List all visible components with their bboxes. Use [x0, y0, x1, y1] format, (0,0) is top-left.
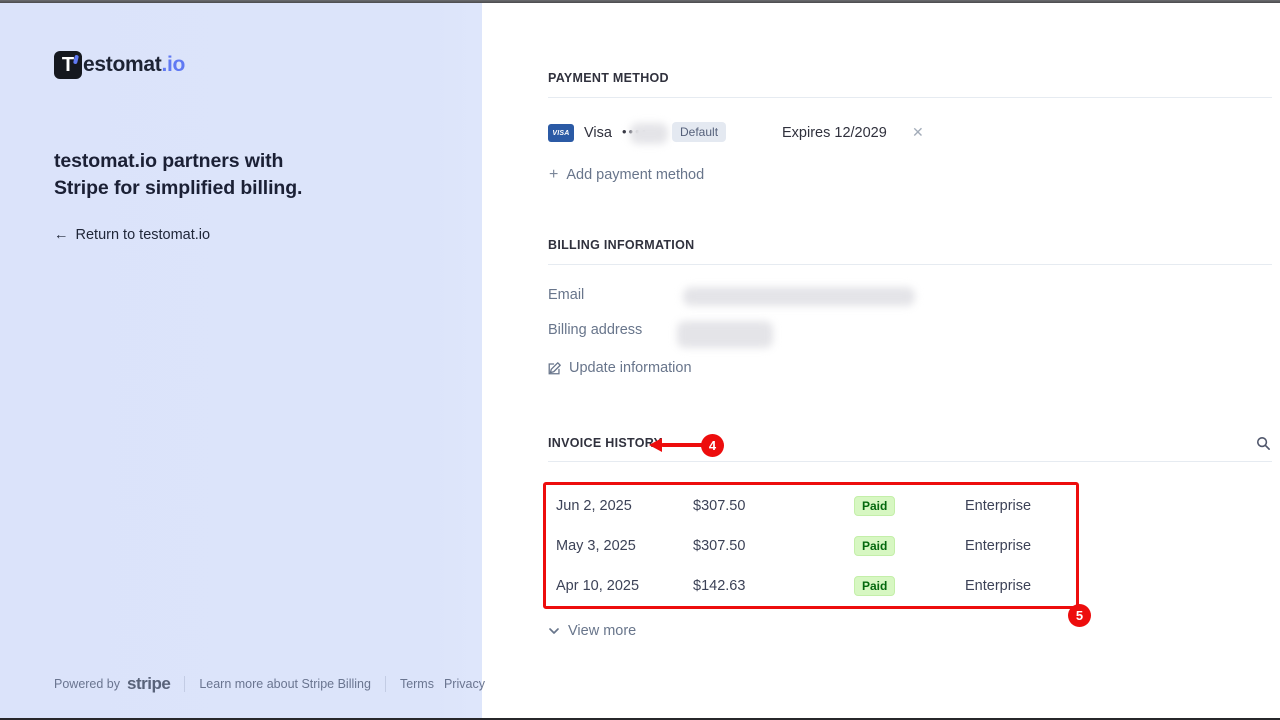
stripe-wordmark: stripe [127, 674, 170, 694]
logo-wordmark-main: estomat [83, 53, 161, 76]
invoice-plan: Enterprise [965, 486, 1031, 526]
invoice-amount: $307.50 [693, 486, 745, 526]
view-more-label: View more [568, 623, 636, 639]
billing-information-title: BILLING INFORMATION [548, 238, 694, 252]
invoice-amount: $142.63 [693, 566, 745, 606]
return-link-label: Return to testomat.io [76, 227, 211, 243]
annotation-step-4-badge: 4 [701, 434, 724, 457]
footer-divider [184, 676, 185, 692]
update-information-label: Update information [569, 360, 692, 376]
testomat-logo-icon: T [54, 51, 82, 79]
billing-address-label: Billing address [548, 322, 642, 338]
invoice-date: Apr 10, 2025 [556, 566, 639, 606]
remove-card-icon[interactable]: ✕ [912, 119, 924, 147]
redacted-email-value [683, 287, 915, 306]
card-expiry-label: Expires 12/2029 [782, 119, 887, 147]
invoice-plan: Enterprise [965, 566, 1031, 606]
sidebar: T estomat.io testomat.io partners with S… [0, 0, 482, 720]
visa-card-icon: VISA [548, 124, 574, 142]
payment-method-row: VISA Visa •••• Default Expires 12/2029 ✕ [548, 119, 1272, 147]
plus-icon: + [549, 166, 558, 184]
search-invoices-icon[interactable] [1254, 434, 1272, 452]
visa-icon-label: VISA [552, 130, 569, 137]
powered-by-label: Powered by [54, 677, 120, 691]
search-icon [1256, 436, 1271, 451]
invoice-row[interactable]: Apr 10, 2025 $142.63 Paid Enterprise [548, 566, 1080, 606]
view-more-button[interactable]: View more [548, 623, 636, 639]
logo-wordmark: estomat.io [83, 53, 185, 77]
sidebar-footer: Powered by stripe Learn more about Strip… [54, 674, 485, 694]
invoice-date: Jun 2, 2025 [556, 486, 632, 526]
return-to-merchant-link[interactable]: ← Return to testomat.io [54, 227, 210, 243]
testomat-logo: T estomat.io [54, 51, 185, 79]
edit-pencil-icon [548, 362, 561, 375]
add-payment-method-button[interactable]: + Add payment method [549, 166, 704, 184]
chevron-down-icon [548, 625, 560, 637]
annotation-arrow-head [649, 438, 662, 452]
add-payment-method-label: Add payment method [566, 167, 704, 183]
billing-portal-main: PAYMENT METHOD VISA Visa •••• Default Ex… [548, 0, 1280, 720]
logo-wordmark-suffix: .io [161, 53, 185, 76]
logo-letter: T [62, 55, 74, 75]
window-top-edge [0, 0, 1280, 3]
annotation-step-5-badge: 5 [1068, 604, 1091, 627]
redacted-card-last4 [630, 123, 668, 144]
email-label: Email [548, 287, 584, 303]
invoice-amount: $307.50 [693, 526, 745, 566]
partnership-headline: testomat.io partners with Stripe for sim… [54, 148, 384, 202]
status-badge: Paid [854, 576, 895, 596]
section-divider [548, 461, 1272, 462]
status-badge: Paid [854, 496, 895, 516]
redacted-address-value [677, 321, 773, 348]
headline-line-2: Stripe for simplified billing. [54, 175, 384, 202]
default-badge: Default [672, 122, 726, 142]
invoice-row[interactable]: May 3, 2025 $307.50 Paid Enterprise [548, 526, 1080, 566]
annotation-arrow-shaft [661, 443, 705, 447]
update-information-button[interactable]: Update information [548, 360, 692, 376]
payment-method-title: PAYMENT METHOD [548, 71, 669, 85]
privacy-link[interactable]: Privacy [444, 677, 485, 691]
invoice-history-title: INVOICE HISTORY [548, 436, 662, 450]
headline-line-1: testomat.io partners with [54, 148, 384, 175]
section-divider [548, 97, 1272, 98]
learn-more-link[interactable]: Learn more about Stripe Billing [199, 677, 371, 691]
footer-divider [385, 676, 386, 692]
card-brand-label: Visa [584, 119, 612, 147]
invoice-plan: Enterprise [965, 526, 1031, 566]
invoice-date: May 3, 2025 [556, 526, 636, 566]
back-arrow-icon: ← [54, 227, 69, 243]
section-divider [548, 264, 1272, 265]
logo-accent-mark [73, 55, 79, 65]
terms-link[interactable]: Terms [400, 677, 434, 691]
status-badge: Paid [854, 536, 895, 556]
invoice-row[interactable]: Jun 2, 2025 $307.50 Paid Enterprise [548, 486, 1080, 526]
